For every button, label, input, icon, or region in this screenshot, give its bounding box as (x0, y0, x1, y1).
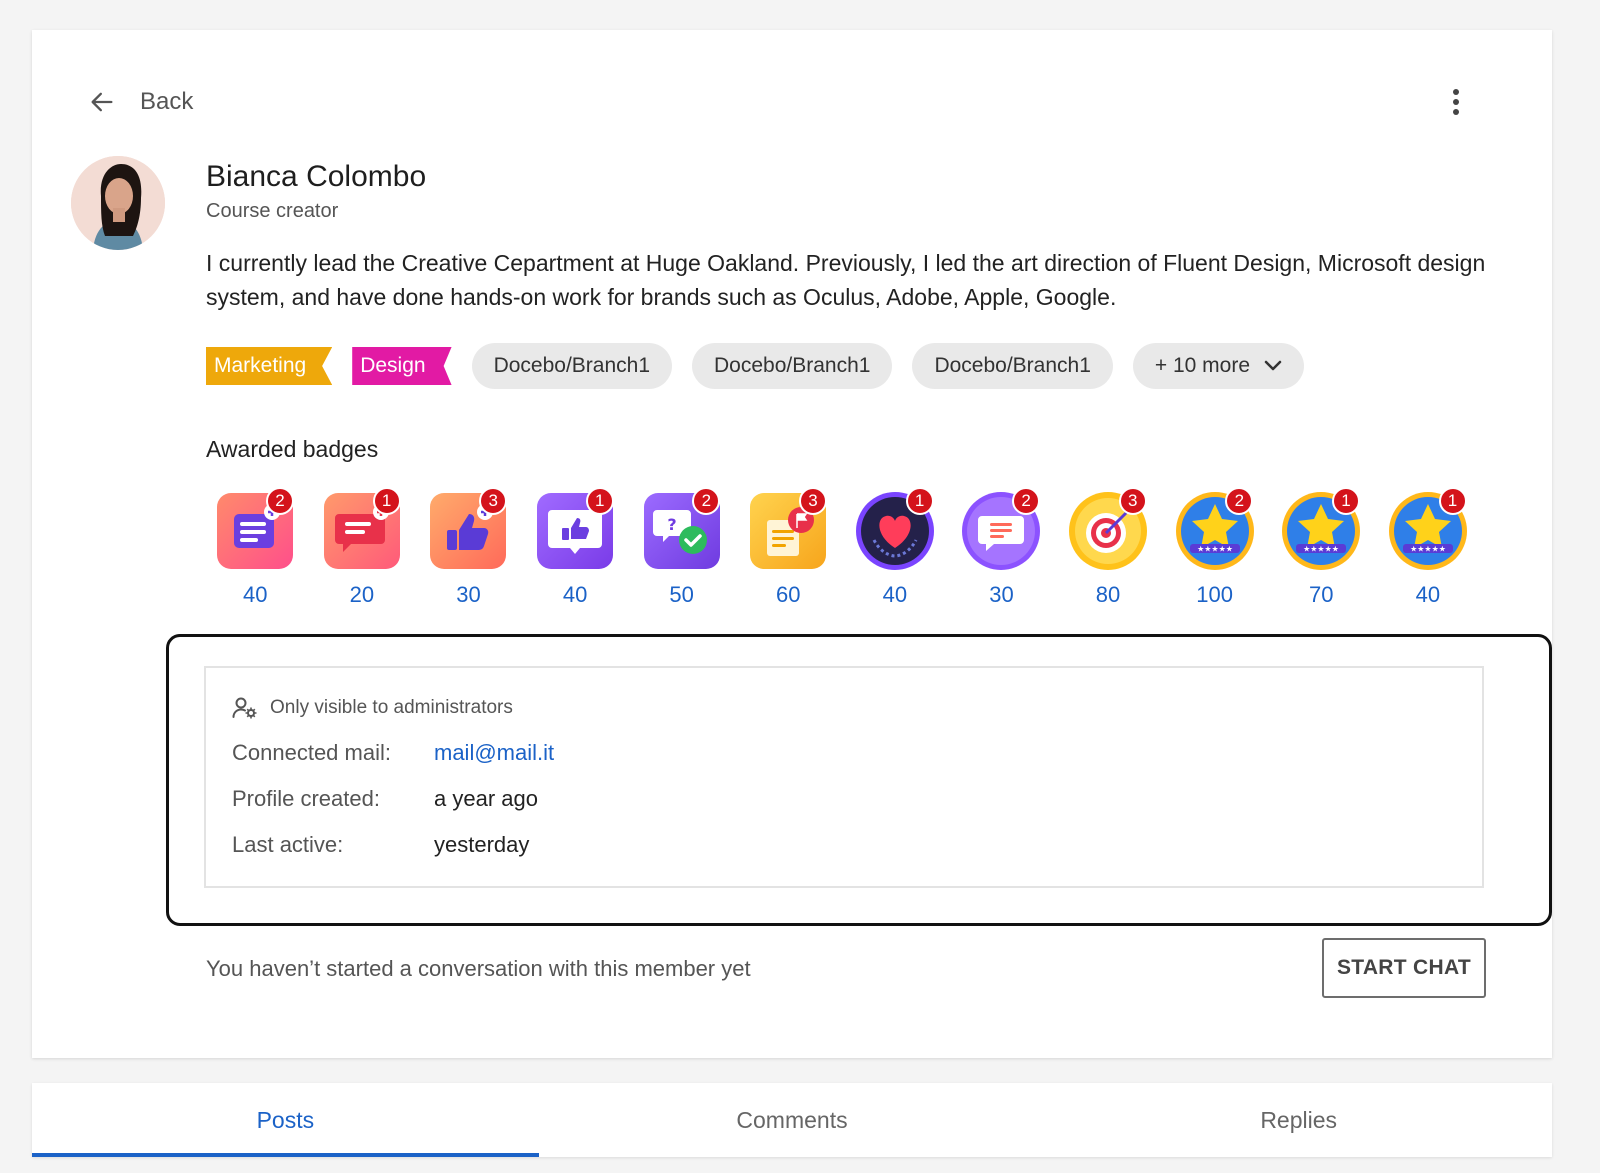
badge-count: 2 (1012, 487, 1041, 515)
badge-count: 1 (372, 487, 401, 515)
badge-points: 40 (882, 582, 908, 607)
badge-points: 80 (1095, 582, 1121, 607)
admin-info-panel: Only visible to administrators Connected… (204, 666, 1484, 888)
badge-count: 1 (905, 487, 934, 515)
branch-chip[interactable]: Docebo/Branch1 (912, 343, 1113, 389)
conversation-status: You haven’t started a conversation with … (206, 956, 751, 981)
last-active-label: Last active: (232, 832, 344, 857)
badge-list: 2 40 1 20 3 30 1 40 ? 2 50 3 60 1 40 2 3… (202, 487, 1482, 608)
badge-item[interactable]: 3 30 (415, 487, 522, 608)
user-settings-icon (232, 697, 257, 719)
tag-design[interactable]: Design (352, 347, 452, 385)
badge-points: 60 (776, 582, 801, 607)
badge-points: 70 (1308, 582, 1334, 607)
badge-points: 40 (562, 582, 588, 607)
more-options-button[interactable] (1436, 82, 1476, 122)
back-button[interactable]: Back (88, 82, 193, 122)
kebab-menu-icon (1453, 89, 1459, 115)
badge-item[interactable]: ? 2 50 (628, 487, 735, 608)
profile-created-row: Profile created: a year ago (232, 786, 538, 812)
badge-count: 1 (1438, 487, 1467, 515)
badge-count: 3 (479, 487, 508, 515)
badge-item[interactable]: ★★★★★ 2 100 (1161, 487, 1268, 608)
badge-item[interactable]: 1 40 (522, 487, 629, 608)
badge-points: 100 (1196, 582, 1233, 607)
more-tags-button[interactable]: + 10 more (1132, 343, 1305, 389)
tab-replies[interactable]: Replies (1045, 1083, 1552, 1157)
arrow-left-icon (91, 92, 113, 112)
last-active-row: Last active: yesterday (232, 832, 529, 858)
badge-item[interactable]: 3 80 (1055, 487, 1162, 608)
badge-item[interactable]: ★★★★★ 1 70 (1268, 487, 1375, 608)
profile-created-label: Profile created: (232, 786, 380, 811)
svg-text:★★★★★: ★★★★★ (1303, 545, 1339, 554)
badge-item[interactable]: 2 30 (948, 487, 1055, 608)
profile-bio: I currently lead the Creative Cepartment… (206, 250, 1486, 310)
admin-visibility-text: Only visible to administrators (270, 697, 513, 718)
badge-count: 1 (1331, 487, 1360, 515)
tag-marketing[interactable]: Marketing (206, 347, 333, 385)
badge-item[interactable]: 2 40 (202, 487, 309, 608)
badge-points: 40 (243, 582, 268, 607)
chevron-down-icon (1264, 360, 1282, 371)
connected-mail-row: Connected mail: mail@mail.it (232, 740, 554, 766)
profile-card: Back Bianca Colombo Course creator I cur… (32, 30, 1552, 1058)
tab-comments[interactable]: Comments (539, 1083, 1046, 1157)
badge-item[interactable]: 1 20 (309, 487, 416, 608)
profile-created-value: a year ago (434, 786, 538, 811)
badge-item[interactable]: 1 40 (842, 487, 949, 608)
badge-item[interactable]: 3 60 (735, 487, 842, 608)
avatar (71, 156, 165, 250)
branch-chip[interactable]: Docebo/Branch1 (471, 343, 673, 389)
svg-text:?: ? (667, 515, 676, 534)
branch-chip[interactable]: Docebo/Branch1 (692, 343, 893, 389)
badge-item[interactable]: ★★★★★ 1 40 (1375, 487, 1482, 608)
badges-title: Awarded badges (206, 436, 379, 462)
last-active-value: yesterday (434, 832, 530, 857)
back-label: Back (140, 88, 194, 115)
admin-visibility-note: Only visible to administrators (232, 696, 513, 720)
profile-tabs: Posts Comments Replies (32, 1083, 1552, 1157)
badge-points: 40 (1415, 582, 1441, 607)
badge-points: 50 (669, 582, 694, 607)
badge-count: 3 (1118, 487, 1147, 515)
start-chat-button[interactable]: START CHAT (1322, 938, 1486, 998)
more-tags-label: + 10 more (1154, 354, 1251, 377)
svg-text:★★★★★: ★★★★★ (1197, 545, 1233, 554)
badge-points: 30 (456, 582, 481, 607)
badge-count: 1 (585, 487, 614, 515)
badge-count: 3 (798, 487, 827, 515)
profile-name: Bianca Colombo (206, 160, 427, 193)
connected-mail-link[interactable]: mail@mail.it (434, 740, 554, 766)
badge-points: 30 (989, 582, 1014, 607)
svg-text:★★★★★: ★★★★★ (1410, 545, 1446, 554)
badge-points: 20 (349, 582, 375, 607)
connected-mail-label: Connected mail: (232, 740, 391, 765)
profile-role: Course creator (206, 200, 339, 222)
badge-count: 2 (266, 487, 294, 515)
tag-list: Marketing Design Docebo/Branch1 Docebo/B… (206, 343, 1305, 389)
tab-posts[interactable]: Posts (32, 1083, 539, 1157)
